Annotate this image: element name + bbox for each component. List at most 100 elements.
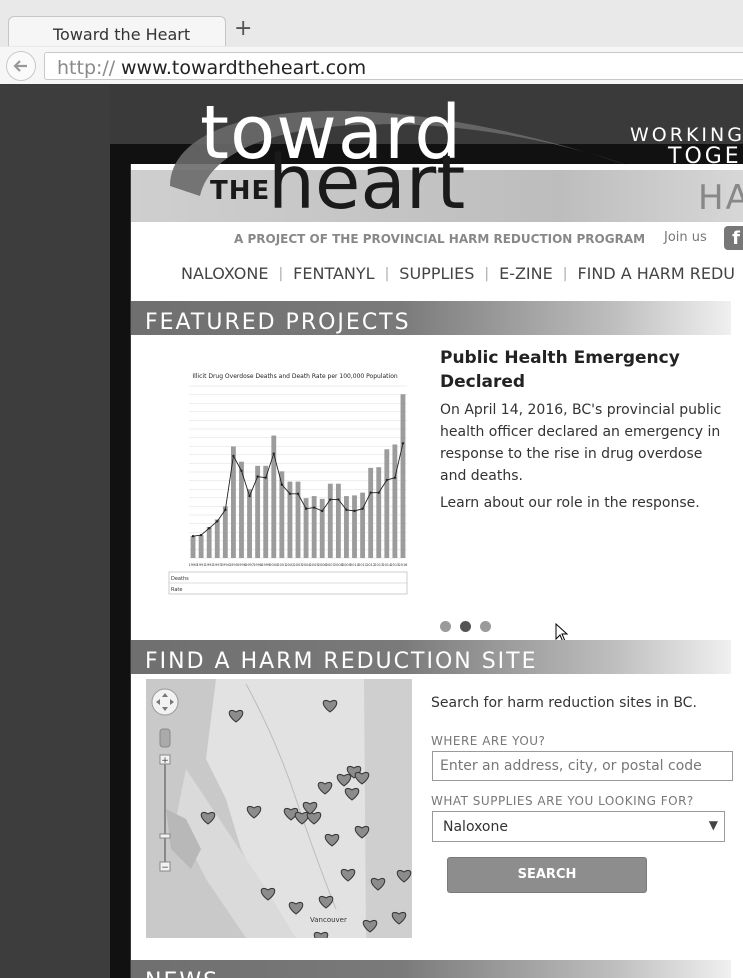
zoom-in-button[interactable]: + xyxy=(161,756,169,766)
chart-point-rate xyxy=(207,526,211,530)
search-intro: Search for harm reduction sites in BC. xyxy=(431,695,697,711)
chart-point-rate xyxy=(337,498,340,501)
zoom-out-button[interactable]: − xyxy=(161,863,169,873)
chart-bar-deaths xyxy=(222,506,228,558)
featured-learn-link[interactable]: Learn about our role in the response. xyxy=(440,495,700,511)
where-label: WHERE ARE YOU? xyxy=(431,734,546,748)
chart-point-rate xyxy=(288,492,292,495)
join-us-label: Join us xyxy=(664,230,707,245)
chart-point-rate xyxy=(361,507,364,510)
nav-item-ezine[interactable]: E-ZINE xyxy=(499,264,553,283)
harm-reduction-map[interactable]: + − Vancouver xyxy=(146,679,412,938)
chart-point-rate xyxy=(232,454,235,458)
carousel-dots xyxy=(440,621,491,632)
chart-point-rate xyxy=(216,520,219,523)
map-pan-control[interactable] xyxy=(151,688,179,716)
find-site-section-bar: FIND A HARM REDUCTION SITE xyxy=(131,640,731,674)
facebook-icon[interactable]: f xyxy=(724,226,743,250)
chart-bar-deaths xyxy=(376,467,382,558)
overdose-chart[interactable]: Illicit Drug Overdose Deaths and Death R… xyxy=(165,368,417,596)
chart-point-rate xyxy=(385,478,389,482)
url-host: www.towardtheheart.com xyxy=(121,57,367,79)
chart-point-rate xyxy=(304,507,308,510)
chart-bar-deaths xyxy=(327,483,333,558)
tagline-together: TOGE xyxy=(668,144,742,169)
frame-left xyxy=(110,144,130,978)
new-tab-button[interactable]: + xyxy=(234,18,252,40)
chart-bar-deaths xyxy=(352,495,357,558)
find-site-section-title: FIND A HARM REDUCTION SITE xyxy=(145,649,538,674)
chart-bar-deaths xyxy=(344,496,349,558)
chart-title: Illicit Drug Overdose Deaths and Death R… xyxy=(192,373,398,380)
chart-point-rate xyxy=(377,491,380,494)
chart-point-rate xyxy=(296,492,300,495)
chart-bar-deaths xyxy=(247,489,252,558)
chart-point-rate xyxy=(240,469,243,473)
featured-section-title: FEATURED PROJECTS xyxy=(145,310,411,335)
nav-item-find-site[interactable]: FIND A HARM REDU xyxy=(577,264,735,283)
chart-bar-deaths xyxy=(392,444,398,558)
page-background xyxy=(0,85,110,978)
map-svg: + − Vancouver xyxy=(146,679,412,938)
main-nav: NALOXONE | FENTANYL | SUPPLIES | E-ZINE … xyxy=(181,264,735,283)
header-right-text: HA xyxy=(698,178,743,218)
address-input[interactable] xyxy=(432,751,733,781)
logo-the[interactable]: THE xyxy=(210,176,270,206)
nav-separator: | xyxy=(384,265,390,282)
chart-bar-deaths xyxy=(230,446,236,558)
nav-separator: | xyxy=(278,265,284,282)
chart-point-rate xyxy=(248,494,251,498)
nav-item-naloxone[interactable]: NALOXONE xyxy=(181,264,268,283)
chart-bar-deaths xyxy=(400,394,406,558)
chart-point-rate xyxy=(353,509,356,513)
chart-bar-deaths xyxy=(384,449,390,558)
chart-bar-deaths xyxy=(368,467,374,558)
nav-separator: | xyxy=(562,265,568,282)
tab-title: Toward the Heart xyxy=(53,25,191,44)
chart-point-rate xyxy=(369,491,372,494)
chart-point-rate xyxy=(321,509,324,513)
carousel-dot-2[interactable] xyxy=(460,621,471,632)
chart-tick-label: 2016 xyxy=(399,563,408,567)
chart-point-rate xyxy=(264,476,267,479)
chart-bar-deaths xyxy=(206,527,212,558)
featured-section-bar: FEATURED PROJECTS xyxy=(131,301,731,335)
chart-bar-deaths xyxy=(303,498,309,558)
featured-title[interactable]: Public Health Emergency Declared xyxy=(440,346,720,394)
street-view-icon[interactable] xyxy=(159,728,171,748)
chart-bar-deaths xyxy=(214,519,220,558)
chart-bar-deaths xyxy=(335,483,341,558)
nav-item-fentanyl[interactable]: FENTANYL xyxy=(293,264,374,283)
nav-item-supplies[interactable]: SUPPLIES xyxy=(399,264,474,283)
browser-chrome: Toward the Heart + http:// www.towardthe… xyxy=(0,0,743,84)
back-arrow-icon xyxy=(13,60,27,72)
chart-point-rate xyxy=(312,506,316,509)
chart-point-rate xyxy=(393,476,397,479)
chart-bar-deaths xyxy=(319,498,325,558)
logo-heart[interactable]: heart xyxy=(268,146,465,220)
carousel-dot-3[interactable] xyxy=(480,621,491,632)
featured-body: On April 14, 2016, BC's provincial publi… xyxy=(440,402,722,484)
chart-point-rate xyxy=(401,442,405,445)
overdose-chart-svg: Illicit Drug Overdose Deaths and Death R… xyxy=(168,373,408,595)
project-line: A PROJECT OF THE PROVINCIAL HARM REDUCTI… xyxy=(234,232,646,246)
chart-point-rate xyxy=(199,533,203,537)
chart-point-rate xyxy=(345,508,348,512)
chart-bar-deaths xyxy=(311,496,317,558)
news-section-title: NEWS xyxy=(145,970,219,978)
supplies-select[interactable]: Naloxone ▼ xyxy=(432,811,725,842)
chart-bar-deaths xyxy=(190,535,196,558)
chart-bar-deaths xyxy=(360,492,366,558)
news-section-bar: NEWS xyxy=(131,960,731,978)
nav-separator: | xyxy=(484,265,490,282)
back-button[interactable] xyxy=(6,51,36,81)
carousel-dot-1[interactable] xyxy=(440,621,451,632)
address-bar[interactable]: http:// www.towardtheheart.com xyxy=(44,52,743,80)
chart-point-rate xyxy=(329,498,332,501)
address-row: http:// www.towardtheheart.com xyxy=(0,47,743,84)
browser-tab[interactable]: Toward the Heart xyxy=(8,16,226,46)
chevron-down-icon: ▼ xyxy=(708,818,718,832)
supplies-label: WHAT SUPPLIES ARE YOU LOOKING FOR? xyxy=(431,794,694,808)
chart-bar-deaths xyxy=(198,535,204,558)
search-button[interactable]: SEARCH xyxy=(447,857,647,893)
